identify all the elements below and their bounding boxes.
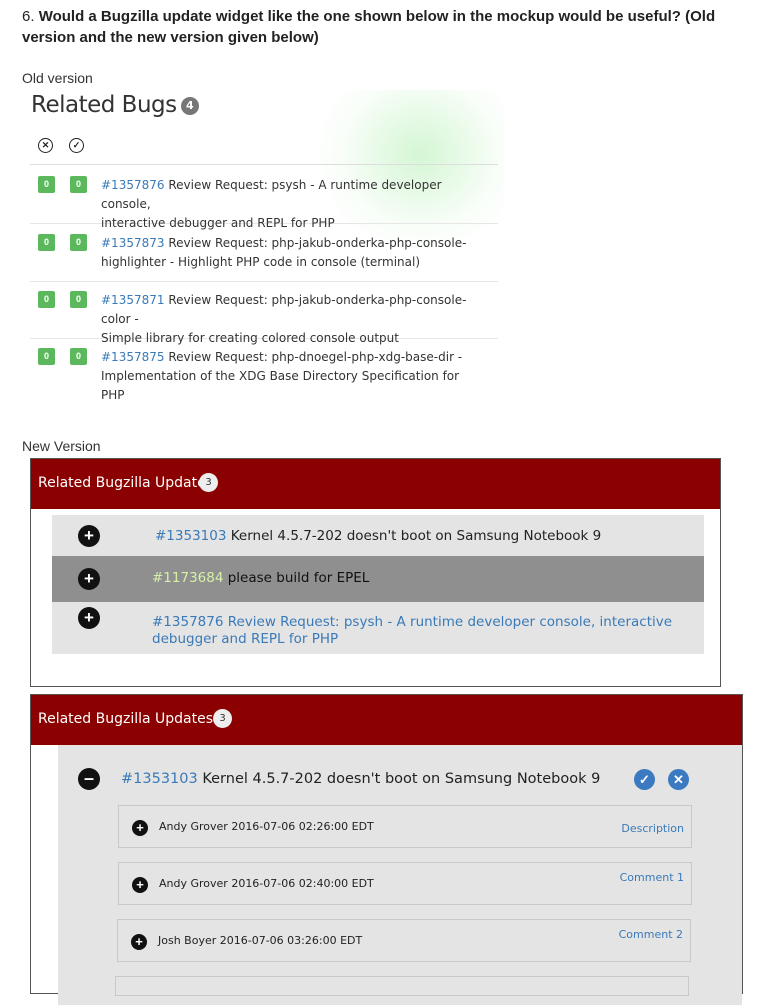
list-item: 0 0 #1357873 Review Request: php-jakub-o… — [30, 224, 498, 282]
comment-item[interactable]: + Josh Boyer 2016-07-06 03:26:00 EDT Com… — [117, 919, 691, 962]
bug-summary: #1353103 Kernel 4.5.7-202 doesn't boot o… — [121, 771, 600, 787]
bug-title-line2: highlighter - Highlight PHP code in cons… — [101, 255, 421, 269]
comment-author-date: Andy Grover 2016-07-06 02:26:00 EDT — [159, 820, 374, 833]
list-item: 0 0 #1357871 Review Request: php-jakub-o… — [30, 281, 498, 345]
question-number: 6. — [22, 8, 35, 25]
bug-row[interactable]: + #1357876 Review Request: psysh - A run… — [52, 602, 704, 654]
bug-title: Kernel 4.5.7-202 doesn't boot on Samsung… — [202, 771, 601, 787]
status-badge: 0 — [38, 234, 55, 251]
bugzilla-updates-panel-collapsed: Related Bugzilla Updates 3 + #1353103 Ke… — [30, 458, 721, 687]
new-version-label: New Version — [22, 438, 101, 454]
old-version-label: Old version — [22, 70, 93, 86]
panel-header: Related Bugzilla Updates 3 — [31, 459, 720, 509]
expand-plus-icon[interactable]: + — [78, 525, 100, 547]
bug-title-line1[interactable]: #1357876 Review Request: psysh - A runti… — [152, 614, 672, 630]
comment-item-partial[interactable] — [115, 976, 689, 996]
x-circle-icon[interactable]: ✕ — [38, 138, 53, 153]
panel-header: Related Bugzilla Updates 3 — [31, 695, 742, 745]
bugzilla-updates-panel-expanded: Related Bugzilla Updates 3 – #1353103 Ke… — [30, 694, 743, 1005]
comment-author-date: Josh Boyer 2016-07-06 03:26:00 EDT — [158, 934, 363, 947]
expand-plus-icon[interactable]: + — [131, 934, 147, 950]
bug-description: #1357875 Review Request: php-dnoegel-php… — [101, 348, 481, 405]
survey-question: 6. Would a Bugzilla update widget like t… — [22, 6, 722, 48]
old-count-badge: 4 — [180, 96, 199, 115]
status-badge: 0 — [38, 348, 55, 365]
status-badge: 0 — [38, 176, 55, 193]
expand-plus-icon[interactable]: + — [78, 607, 100, 629]
comment-item[interactable]: + Andy Grover 2016-07-06 02:26:00 EDT De… — [118, 805, 692, 848]
status-badge: 0 — [70, 176, 87, 193]
comment-link[interactable]: Comment 1 — [620, 871, 684, 884]
bug-title-line1: Review Request: php-dnoegel-php-xdg-base… — [168, 350, 463, 364]
bug-title-line1: Review Request: php-jakub-onderka-php-co… — [168, 236, 467, 250]
divider — [30, 164, 498, 165]
expand-plus-icon[interactable]: + — [78, 568, 100, 590]
bug-link[interactable]: #1357873 — [101, 236, 165, 250]
comment-link[interactable]: Description — [621, 822, 684, 835]
bug-summary: #1353103 Kernel 4.5.7-202 doesn't boot o… — [155, 528, 601, 545]
bug-row[interactable]: + #1353103 Kernel 4.5.7-202 doesn't boot… — [52, 515, 704, 556]
status-badge: 0 — [70, 291, 87, 308]
old-title-text: Related Bugs — [31, 92, 177, 118]
bug-summary-link[interactable]: #1357876 Review Request: psysh - A runti… — [152, 614, 672, 648]
check-circle-icon[interactable]: ✓ — [69, 138, 84, 153]
panel-title: Related Bugzilla Updates — [38, 475, 214, 491]
bug-row-highlighted[interactable]: + #1173684 please build for EPEL — [52, 556, 704, 602]
bug-summary: #1173684 please build for EPEL — [152, 570, 369, 587]
list-item: 0 0 #1357876 Review Request: psysh - A r… — [30, 166, 498, 230]
old-related-bugs-widget: Related Bugs 4 ✕ ✓ 0 0 #1357876 Review Re… — [22, 90, 504, 402]
bug-title-line2[interactable]: debugger and REPL for PHP — [152, 631, 338, 647]
old-widget-title: Related Bugs 4 — [31, 92, 199, 118]
bug-description: #1357873 Review Request: php-jakub-onder… — [101, 234, 481, 272]
bug-link[interactable]: #1173684 — [152, 570, 223, 586]
count-badge: 3 — [199, 473, 218, 492]
status-badge: 0 — [38, 291, 55, 308]
panel-title: Related Bugzilla Updates — [38, 711, 214, 727]
bug-title: Kernel 4.5.7-202 doesn't boot on Samsung… — [230, 528, 602, 544]
status-badge: 0 — [70, 234, 87, 251]
bug-link[interactable]: #1357876 — [101, 178, 165, 192]
bug-link[interactable]: #1353103 — [155, 528, 226, 544]
close-icon[interactable]: ✕ — [668, 769, 689, 790]
list-item: 0 0 #1357875 Review Request: php-dnoegel… — [30, 338, 498, 402]
expand-plus-icon[interactable]: + — [132, 877, 148, 893]
bug-link[interactable]: #1357875 — [101, 350, 165, 364]
question-text: Would a Bugzilla update widget like the … — [22, 8, 716, 46]
expand-plus-icon[interactable]: + — [132, 820, 148, 836]
check-icon[interactable]: ✓ — [634, 769, 655, 790]
count-badge: 3 — [213, 709, 232, 728]
comment-author-date: Andy Grover 2016-07-06 02:40:00 EDT — [159, 877, 374, 890]
bug-link[interactable]: #1357871 — [101, 293, 165, 307]
status-badge: 0 — [70, 348, 87, 365]
bug-title: please build for EPEL — [227, 570, 370, 586]
bug-link[interactable]: #1353103 — [121, 771, 198, 787]
bug-title-line2: Implementation of the XDG Base Directory… — [101, 369, 460, 402]
comment-link[interactable]: Comment 2 — [619, 928, 683, 941]
collapse-minus-icon[interactable]: – — [78, 768, 100, 790]
comment-item[interactable]: + Andy Grover 2016-07-06 02:40:00 EDT Co… — [118, 862, 692, 905]
